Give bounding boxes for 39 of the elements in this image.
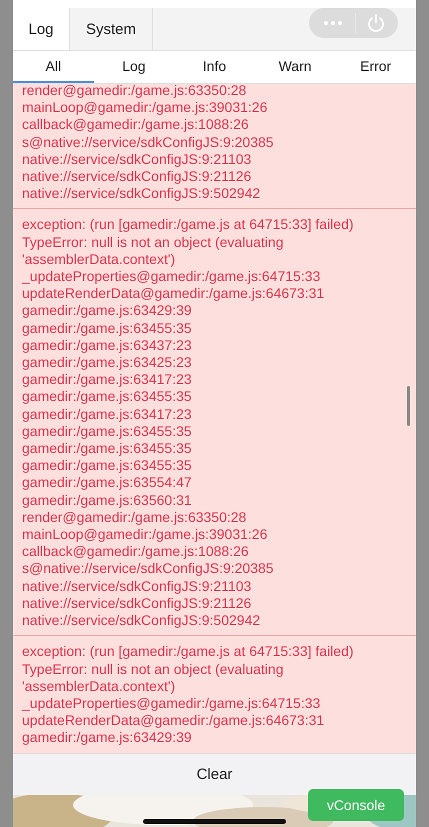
log-line: native://service/sdkConfigJS:9:21126 — [22, 168, 252, 186]
tab[interactable]: Log — [13, 8, 70, 50]
log-line: s@native://service/sdkConfigJS:9:20385 — [22, 560, 275, 578]
log-line: gamedir:/game.js:63455:35 — [22, 388, 193, 406]
log-line: gamedir:/game.js:63429:39 — [22, 729, 193, 747]
log-line: gamedir:/game.js:63425:23 — [22, 354, 193, 372]
log-line: _updateProperties@gamedir:/game.js:64715:33 — [22, 268, 322, 286]
log-line: gamedir:/game.js:63455:35 — [22, 457, 193, 474]
log-line: callback@gamedir:/game.js:1088:26 — [22, 116, 250, 134]
more-icon[interactable] — [324, 21, 342, 25]
log-line: updateRenderData@gamedir:/game.js:64673:31 — [22, 285, 326, 302]
log-line: gamedir:/game.js:63560:31 — [22, 492, 193, 509]
log-line: mainLoop@gamedir:/game.js:39031:26 — [22, 526, 268, 544]
log-line: mainLoop@gamedir:/game.js:39031:26 — [22, 99, 268, 116]
log-line: exception: (run [gamedir:/game.js at 64715:33] failed) — [22, 643, 355, 660]
log-line: _updateProperties@gamedir:/game.js:64715:33 — [22, 694, 322, 712]
log-line: exception: (run [gamedir:/game.js at 64715:33] failed) — [22, 216, 355, 234]
log-line: native://service/sdkConfigJS:9:21103 — [22, 578, 252, 595]
log-line: native://service/sdkConfigJS:9:21126 — [22, 594, 252, 612]
log-line: native://service/sdkConfigJS:9:502942 — [22, 185, 262, 202]
log-line: callback@gamedir:/game.js:1088:26 — [22, 543, 250, 560]
log-line: gamedir:/game.js:63455:35 — [22, 320, 193, 337]
log-line: gamedir:/game.js:63429:39 — [22, 302, 193, 320]
log-line: native://service/sdkConfigJS:9:21103 — [22, 150, 252, 168]
log-line: gamedir:/game.js:63455:35 — [22, 422, 193, 440]
log-line: gamedir:/game.js:63437:23 — [22, 336, 193, 354]
power-icon[interactable] — [366, 13, 386, 33]
clear-button[interactable]: Clear — [13, 753, 416, 795]
log-line: gamedir:/game.js:63455:35 — [22, 440, 193, 458]
log-line: render@gamedir:/game.js:63350:28 — [22, 508, 248, 526]
log-line: TypeError: null is not an object (evaluating 'assemblerData.context') — [22, 234, 284, 268]
log-line: TypeError: null is not an object (evaluating 'assemblerData.context') — [22, 660, 284, 695]
log-line: native://service/sdkConfigJS:9:502942 — [22, 612, 262, 630]
log-line: gamedir:/game.js:63417:23 — [22, 406, 193, 423]
log-line: gamedir:/game.js:63554:47 — [22, 474, 193, 492]
log-line: updateRenderData@gamedir:/game.js:64673:31 — [22, 712, 326, 730]
log-line: gamedir:/game.js:63417:23 — [22, 371, 193, 388]
log-line: s@native://service/sdkConfigJS:9:20385 — [22, 134, 275, 151]
log-line: render@gamedir:/game.js:63350:28 — [22, 84, 248, 100]
